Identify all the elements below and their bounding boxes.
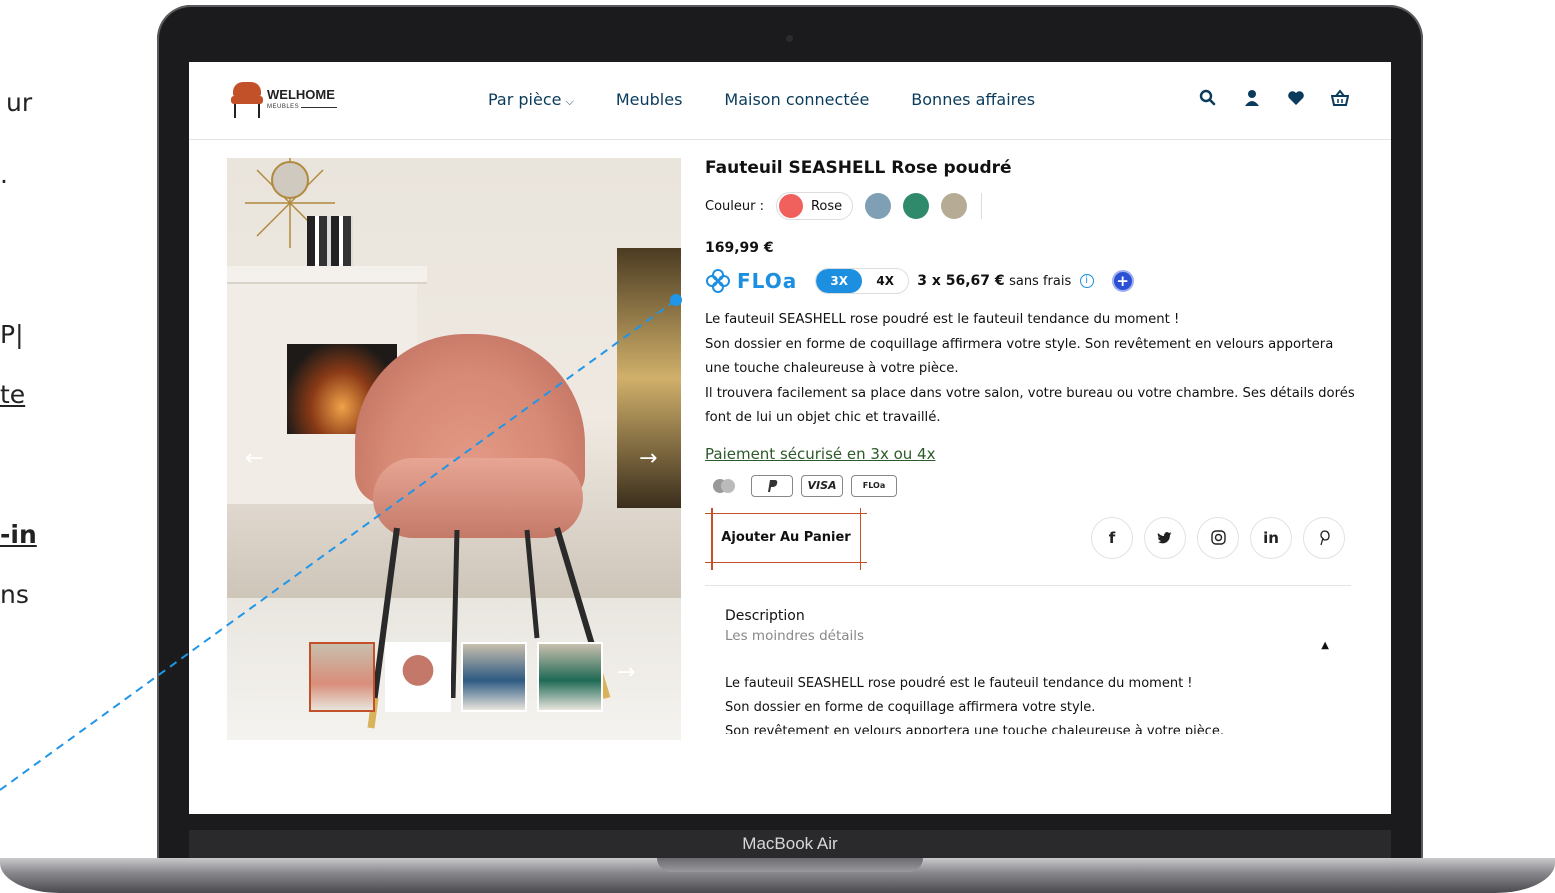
header-icons	[1199, 88, 1349, 108]
basket-icon[interactable]	[1331, 88, 1349, 108]
cart-row: Ajouter Au Panier f in	[705, 507, 1345, 570]
thumbnail-blue[interactable]	[461, 642, 527, 712]
caret-up-icon[interactable]: ▲	[1321, 640, 1329, 651]
description-accordion[interactable]: Description Les moindres détails ▲ Le fa…	[705, 608, 1351, 734]
site-header: WELHOME MEUBLES Par pièce ⌵ Meubles Maiso…	[189, 62, 1391, 140]
floa-brand: FLOa	[737, 269, 798, 293]
color-label: Couleur :	[705, 198, 764, 214]
color-option-green[interactable]	[903, 193, 930, 219]
installment-amount: 3 x 56,67 €	[917, 273, 1005, 289]
visa-card: VISA	[801, 474, 843, 497]
accordion-line: Son revêtement en velours apportera une …	[725, 723, 1224, 734]
nav-par-piece[interactable]: Par pièce ⌵	[488, 90, 574, 109]
product-title: Fauteuil SEASHELL Rose poudré	[705, 158, 1012, 178]
laptop-chin: MacBook Air	[189, 830, 1391, 858]
description-line: Son dossier en forme de coquillage affir…	[705, 336, 1334, 377]
description-line: Il trouvera facilement sa place dans vot…	[705, 385, 1355, 426]
side-fragment-3: P|	[0, 320, 24, 349]
installment-4x[interactable]: 4X	[862, 269, 908, 293]
accordion-line: Son dossier en forme de coquillage affir…	[725, 699, 1096, 715]
thumbnail-rose-plain[interactable]	[385, 642, 451, 712]
camera	[786, 35, 793, 42]
stage: ur . P| te -in ns WELHOME MEUBLES Par pi…	[0, 0, 1555, 893]
user-icon[interactable]	[1243, 88, 1261, 108]
info-icon[interactable]: i	[1079, 274, 1094, 288]
logo-name: WELHOME	[267, 87, 335, 102]
product-info: Fauteuil SEASHELL Rose poudré Couleur : …	[705, 158, 1355, 734]
floa-card: FLOa	[851, 474, 897, 497]
color-option-selected[interactable]: Rose	[775, 192, 854, 220]
product-description: Le fauteuil SEASHELL rose poudré est le …	[705, 308, 1355, 431]
thumbnail-strip	[309, 642, 603, 712]
browser-screen: WELHOME MEUBLES Par pièce ⌵ Meubles Maiso…	[189, 62, 1391, 814]
color-selector: Couleur : Rose	[705, 192, 1355, 220]
side-fragment-4[interactable]: te	[0, 380, 25, 409]
nav-meubles[interactable]: Meubles	[616, 90, 683, 109]
thumbs-next-arrow-icon[interactable]: →	[617, 660, 635, 685]
paypal-icon	[751, 474, 793, 497]
laptop-notch	[657, 858, 923, 872]
accordion-body: Le fauteuil SEASHELL rose poudré est le …	[725, 672, 1351, 734]
logo-line	[301, 107, 337, 108]
thumbnail-rose[interactable]	[309, 642, 375, 712]
color-dot	[778, 194, 803, 218]
floa-installments: FLOa 3X 4X 3 x 56,67 € sans frais i +	[705, 268, 1355, 294]
accordion-line: Le fauteuil SEASHELL rose poudré est le …	[725, 675, 1193, 691]
floa-flower-icon	[706, 269, 730, 293]
mastercard-icon	[705, 475, 743, 497]
next-image-arrow-icon[interactable]: →	[639, 446, 657, 471]
add-to-cart-button[interactable]: Ajouter Au Panier	[705, 507, 867, 570]
pinterest-icon[interactable]	[1303, 516, 1345, 559]
prev-image-arrow-icon[interactable]: ←	[245, 446, 263, 471]
installment-3x[interactable]: 3X	[816, 269, 863, 293]
payment-cards: VISA FLOa	[705, 474, 1355, 497]
plus-icon[interactable]: +	[1111, 270, 1134, 292]
social-share: f in	[1091, 516, 1345, 559]
installment-toggle: 3X 4X	[815, 268, 910, 294]
chair-logo-icon	[229, 80, 265, 120]
description-line: Le fauteuil SEASHELL rose poudré est le …	[705, 312, 1180, 327]
twitter-icon[interactable]	[1144, 516, 1186, 559]
color-option-beige[interactable]	[941, 193, 968, 219]
product-gallery: ← → →	[227, 158, 681, 740]
color-divider	[981, 193, 983, 219]
secure-payment-link[interactable]: Paiement sécurisé en 3x ou 4x	[705, 445, 1355, 463]
accordion-title: Description	[725, 607, 805, 624]
side-fragment-1: ur	[6, 88, 33, 117]
facebook-icon[interactable]: f	[1091, 516, 1133, 559]
installment-suffix: sans frais	[1009, 274, 1072, 289]
accordion-subtitle: Les moindres détails	[725, 627, 865, 644]
instagram-icon[interactable]	[1197, 516, 1239, 559]
side-fragment-6: ns	[0, 580, 29, 609]
color-option-blue[interactable]	[865, 193, 892, 219]
main-nav: Par pièce ⌵ Meubles Maison connectée Bonn…	[488, 90, 1077, 109]
chevron-down-icon: ⌵	[565, 95, 574, 108]
linkedin-icon[interactable]: in	[1250, 516, 1292, 559]
product-price: 169,99 €	[705, 240, 774, 256]
nav-maison-connectee[interactable]: Maison connectée	[724, 90, 869, 109]
side-fragment-2: .	[0, 160, 8, 189]
installment-summary: 3 x 56,67 € sans frais i	[917, 273, 1094, 289]
nav-bonnes-affaires[interactable]: Bonnes affaires	[911, 90, 1035, 109]
logo-subtitle: MEUBLES	[267, 104, 300, 110]
selected-color-name: Rose	[810, 198, 843, 214]
logo[interactable]: WELHOME MEUBLES	[229, 80, 349, 124]
device-label: MacBook Air	[742, 834, 838, 853]
section-divider	[705, 584, 1351, 586]
search-icon[interactable]	[1199, 88, 1217, 108]
heart-icon[interactable]	[1287, 88, 1305, 108]
side-fragment-5[interactable]: -in	[0, 520, 37, 549]
nav-par-piece-label: Par pièce	[488, 90, 562, 109]
thumbnail-green[interactable]	[537, 642, 603, 712]
floa-logo: FLOa	[705, 268, 797, 294]
